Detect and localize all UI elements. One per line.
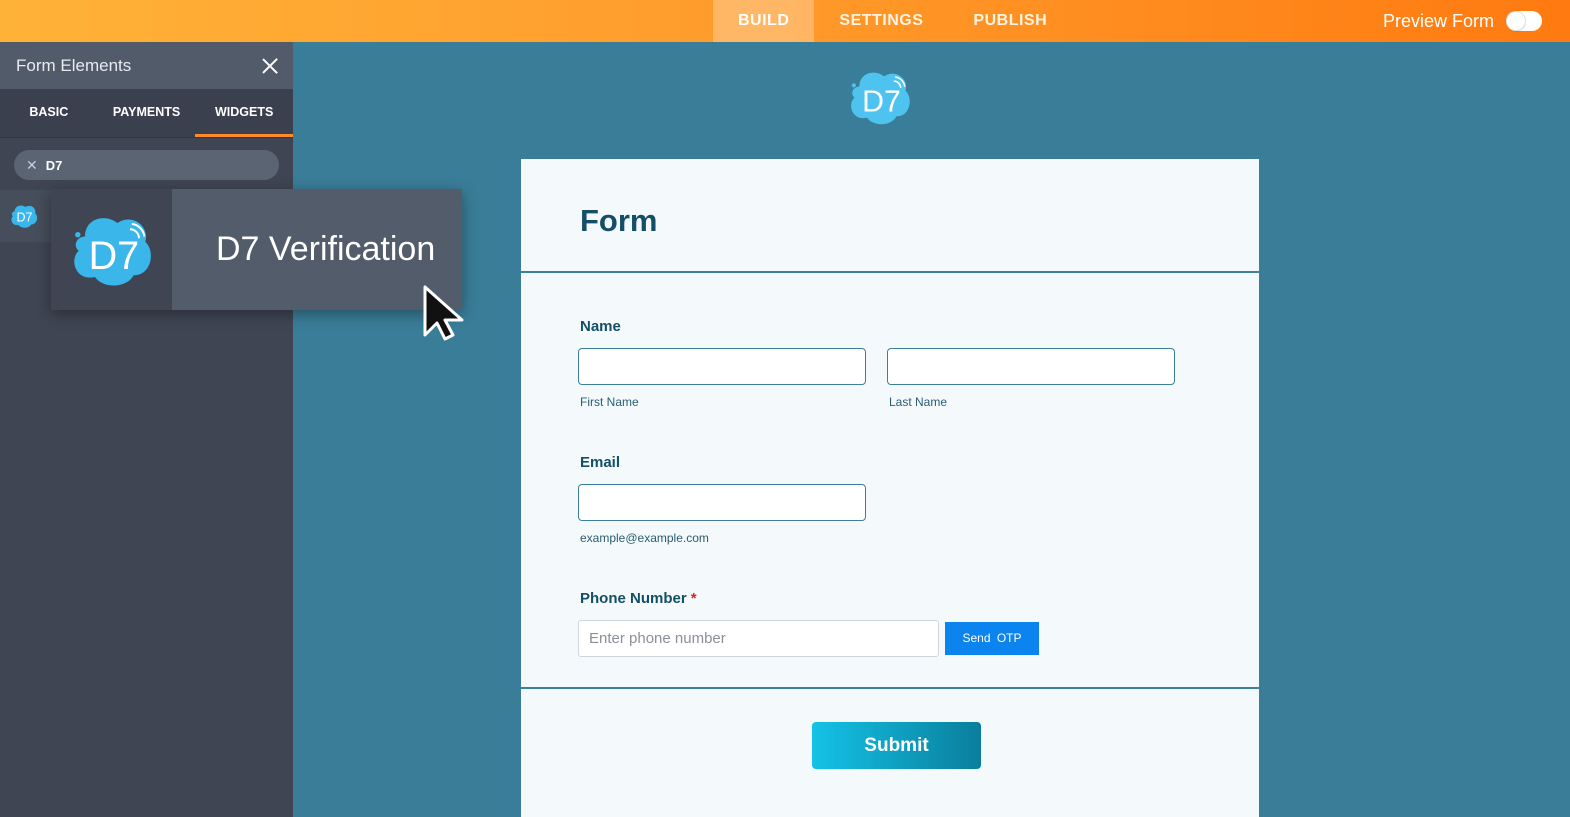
preview-form-toggle[interactable]	[1506, 11, 1542, 31]
required-mark: *	[690, 590, 697, 607]
last-name-sublabel: Last Name	[889, 395, 948, 409]
form-title: Form	[580, 203, 658, 238]
phone-number-input[interactable]: Enter phone number	[578, 620, 939, 657]
top-toolbar: BUILD SETTINGS PUBLISH Preview Form	[0, 0, 1570, 42]
last-name-input[interactable]	[887, 348, 1175, 385]
toggle-knob	[1507, 12, 1525, 30]
email-label: Email	[580, 454, 621, 471]
d7-logo-icon: D7	[11, 205, 38, 228]
form-footer-divider	[521, 687, 1259, 689]
preview-form-control: Preview Form	[1383, 0, 1542, 42]
widget-search-input[interactable]: ✕ D7	[14, 150, 279, 180]
search-value: D7	[45, 157, 63, 173]
tab-basic[interactable]: BASIC	[0, 89, 98, 137]
form-header-divider	[521, 271, 1259, 273]
tab-widgets[interactable]: WIDGETS	[195, 89, 294, 137]
name-label: Name	[580, 318, 621, 335]
d7-logo-icon: D7	[73, 217, 151, 286]
first-name-input[interactable]	[578, 348, 866, 385]
svg-text:D7: D7	[88, 233, 139, 277]
phone-label-text: Phone Number	[580, 590, 687, 607]
svg-text:D7: D7	[17, 210, 33, 224]
clear-search-icon[interactable]: ✕	[26, 157, 38, 174]
first-name-sublabel: First Name	[580, 395, 639, 409]
builder-nav: BUILD SETTINGS PUBLISH	[713, 0, 1072, 42]
phone-label: Phone Number *	[580, 590, 697, 607]
email-input[interactable]	[578, 484, 866, 521]
svg-text:D7: D7	[862, 85, 901, 118]
close-icon[interactable]	[261, 57, 279, 75]
form-logo-icon: D7	[851, 72, 910, 125]
panel-title: Form Elements	[16, 55, 132, 75]
send-otp-button[interactable]: Send OTP	[945, 622, 1039, 655]
submit-button[interactable]: Submit	[812, 722, 981, 769]
widget-name: D7 Verification	[172, 189, 462, 310]
form-elements-panel: Form Elements BASIC PAYMENTS WIDGETS ✕ D…	[0, 42, 294, 817]
tab-build[interactable]: BUILD	[713, 0, 815, 42]
widget-icon-box: D7	[51, 189, 172, 310]
email-sublabel: example@example.com	[580, 531, 709, 545]
tab-payments[interactable]: PAYMENTS	[98, 89, 196, 137]
tab-publish[interactable]: PUBLISH	[948, 0, 1072, 42]
preview-form-label: Preview Form	[1382, 10, 1494, 31]
panel-header: Form Elements	[0, 42, 293, 89]
dragged-widget-card[interactable]: D7 D7 Verification	[51, 189, 462, 310]
panel-tabs: BASIC PAYMENTS WIDGETS	[0, 89, 294, 138]
form-card: Form Name First Name Last Name Email exa…	[521, 159, 1259, 817]
mouse-cursor-icon	[423, 285, 464, 341]
tab-settings[interactable]: SETTINGS	[814, 0, 948, 42]
